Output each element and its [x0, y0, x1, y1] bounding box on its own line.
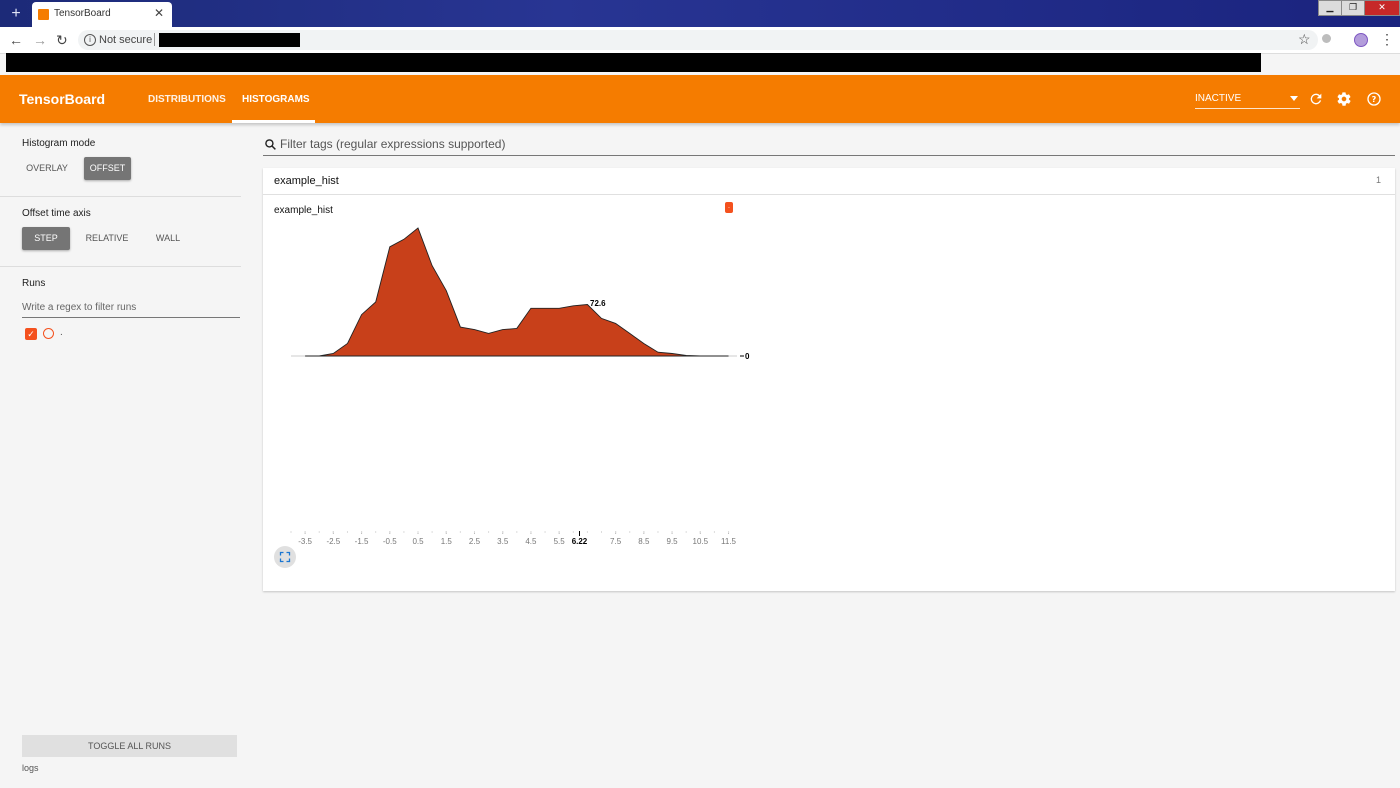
toggle-all-runs-button[interactable]: TOGGLE ALL RUNS: [22, 735, 237, 757]
x-tick-label: 7.5: [610, 537, 622, 546]
hover-x-label: 6.22: [572, 537, 588, 546]
histogram-mode-label: Histogram mode: [22, 138, 96, 149]
time-axis-label: Offset time axis: [22, 208, 91, 219]
tensorboard-header: TensorBoard DISTRIBUTIONS HISTOGRAMS INA…: [0, 75, 1400, 123]
app-title: TensorBoard: [19, 91, 106, 107]
window-controls: ▁ ❐ ✕: [1318, 0, 1400, 16]
redacted-url: [159, 33, 300, 47]
run-color-swatch[interactable]: [43, 328, 54, 339]
reload-icon[interactable]: ↻: [56, 31, 68, 49]
histogram-chart[interactable]: -3.5 -2.5 -1.5 -0.5 0.5 1.5 2.5 3.5 4.5 5.5 7.5 8.5…: [263, 168, 763, 591]
new-tab-button[interactable]: +: [6, 4, 26, 24]
plugin-select[interactable]: INACTIVE: [1195, 91, 1300, 109]
tab-histograms[interactable]: HISTOGRAMS: [242, 94, 310, 105]
x-tick-label: -0.5: [383, 537, 397, 546]
x-tick-label: 9.5: [667, 537, 679, 546]
x-tick-label: 4.5: [525, 537, 537, 546]
sidebar: Histogram mode OVERLAY OFFSET Offset tim…: [0, 123, 250, 788]
sidebar-divider: [0, 266, 241, 267]
category-count: 1: [1375, 175, 1381, 185]
security-label[interactable]: Not secure: [99, 34, 152, 46]
settings-icon[interactable]: [1336, 91, 1352, 107]
histogram-category: example_hist 1 example_hist . -3.5 -2.5 -1…: [263, 168, 1395, 591]
hover-value-label: 72.6: [590, 299, 606, 308]
svg-text:?: ?: [1372, 95, 1377, 104]
tensorboard-favicon-icon: [38, 9, 49, 20]
run-checkbox[interactable]: ✓: [25, 328, 37, 340]
x-tick-label: -1.5: [355, 537, 369, 546]
browser-titlebar: + TensorBoard ✕ ▁ ❐ ✕: [0, 0, 1400, 27]
back-arrow-icon[interactable]: ←: [9, 31, 23, 49]
fullscreen-icon: [279, 551, 291, 563]
run-name: .: [60, 327, 63, 338]
x-axis: -3.5 -2.5 -1.5 -0.5 0.5 1.5 2.5 3.5 4.5 5.5 7.5 8.5…: [290, 531, 737, 546]
x-tick-label: 1.5: [441, 537, 453, 546]
extension-icon[interactable]: [1322, 34, 1331, 43]
histogram-area: [305, 227, 729, 357]
restore-icon[interactable]: ❐: [1341, 0, 1365, 16]
relative-axis-button[interactable]: RELATIVE: [80, 227, 134, 250]
help-icon[interactable]: ?: [1366, 91, 1382, 107]
omnibox[interactable]: i Not secure: [78, 30, 1318, 50]
refresh-icon[interactable]: [1308, 91, 1324, 107]
step-axis-button[interactable]: STEP: [22, 227, 70, 250]
x-tick-label: 5.5: [554, 537, 566, 546]
expand-chart-button[interactable]: [274, 546, 296, 568]
offset-mode-button[interactable]: OFFSET: [84, 157, 131, 180]
bookmark-star-icon[interactable]: ☆: [1298, 31, 1311, 48]
minimize-icon[interactable]: ▁: [1318, 0, 1342, 16]
info-icon[interactable]: i: [84, 34, 96, 46]
omnibox-separator: [154, 33, 155, 46]
plugin-select-value: INACTIVE: [1195, 93, 1242, 104]
x-tick-label: 2.5: [469, 537, 481, 546]
x-tick-label: 3.5: [497, 537, 509, 546]
browser-menu-icon[interactable]: ⋮: [1380, 31, 1394, 48]
logdir-label: logs: [22, 763, 39, 773]
x-tick-label: 8.5: [638, 537, 650, 546]
browser-tab[interactable]: TensorBoard ✕: [32, 2, 172, 27]
address-bar: ← → ↻ i Not secure: [0, 27, 1400, 54]
overlay-mode-button[interactable]: OVERLAY: [22, 157, 72, 180]
x-tick-label: -3.5: [298, 537, 312, 546]
tab-close-icon[interactable]: ✕: [154, 6, 164, 20]
offset-label: 0: [745, 352, 750, 361]
dropdown-caret-icon: [1290, 96, 1298, 101]
tag-filter-placeholder: Filter tags (regular expressions support…: [280, 137, 506, 151]
runs-filter-input[interactable]: Write a regex to filter runs: [22, 297, 240, 318]
tab-title: TensorBoard: [54, 8, 111, 19]
forward-arrow-icon[interactable]: →: [33, 31, 47, 49]
x-tick-label: 10.5: [693, 537, 709, 546]
redacted-bookmarks-bar: [6, 53, 1261, 72]
x-tick-label: 11.5: [721, 537, 737, 546]
search-icon: [265, 139, 276, 150]
tab-distributions[interactable]: DISTRIBUTIONS: [148, 94, 226, 105]
tag-filter-input[interactable]: Filter tags (regular expressions support…: [263, 135, 1395, 156]
x-tick-label: -2.5: [326, 537, 340, 546]
sidebar-divider: [0, 196, 241, 197]
window-close-icon[interactable]: ✕: [1364, 0, 1400, 16]
x-tick-label: 0.5: [412, 537, 424, 546]
runs-label: Runs: [22, 278, 46, 289]
profile-avatar[interactable]: [1354, 33, 1368, 47]
runs-filter-placeholder: Write a regex to filter runs: [22, 302, 137, 313]
wall-axis-button[interactable]: WALL: [146, 227, 190, 250]
